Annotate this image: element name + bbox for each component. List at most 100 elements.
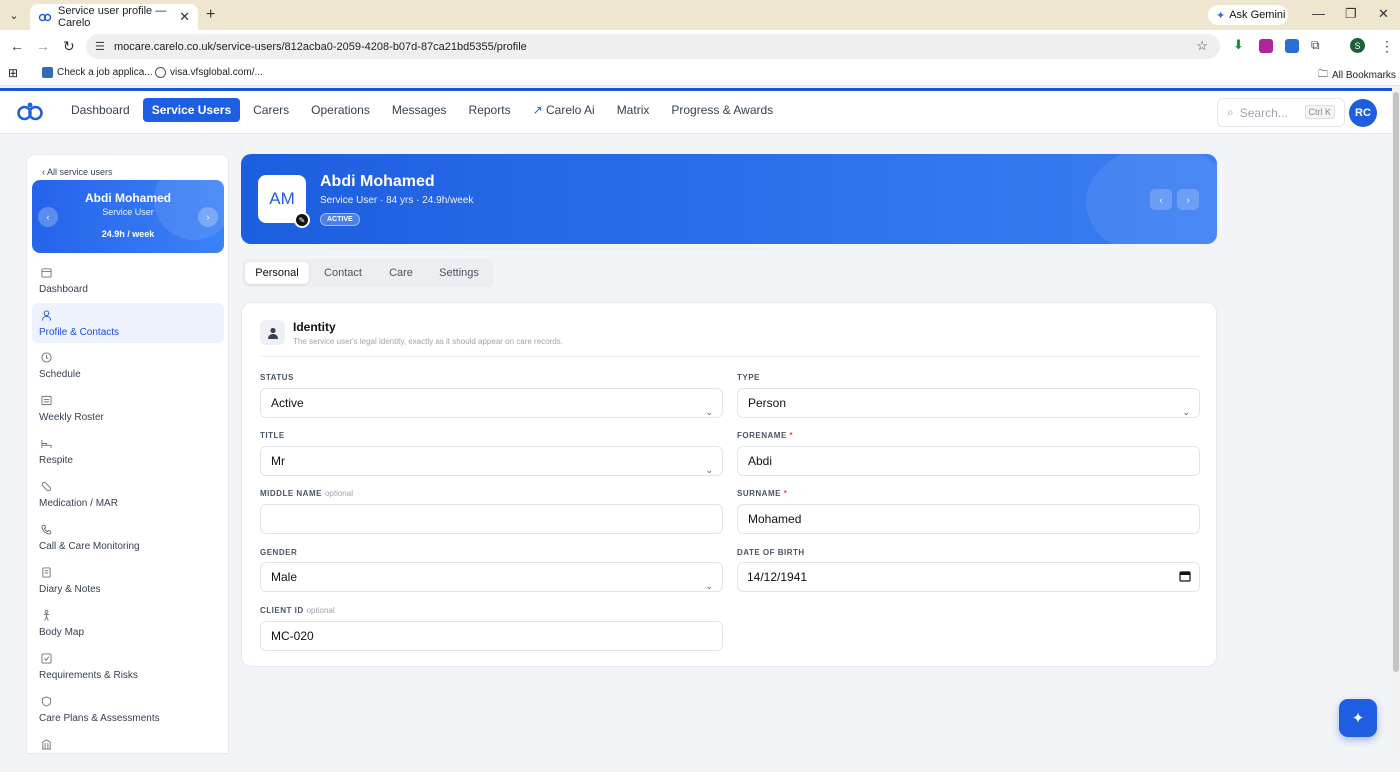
extension-purple-icon[interactable] [1259, 39, 1273, 53]
middle-name-label-text: MIDDLE NAME [260, 489, 322, 498]
nav-messages[interactable]: Messages [383, 98, 456, 122]
nav-carers[interactable]: Carers [244, 98, 298, 122]
all-service-users-link[interactable]: ‹ All service users [42, 167, 113, 177]
building-icon [41, 739, 52, 750]
sidebar-item-dashboard[interactable]: Dashboard [32, 260, 224, 300]
sidebar-item-respite[interactable]: Respite [32, 431, 224, 471]
required-marker: * [789, 431, 794, 440]
calendar-picker-icon[interactable] [1179, 570, 1191, 582]
minimize-icon[interactable]: — [1312, 6, 1325, 21]
gender-select[interactable]: Male ⌄ [260, 562, 723, 592]
nav-carelo-ai[interactable]: ↗ Carelo Ai [524, 98, 604, 122]
bookmark-vfsglobal[interactable]: visa.vfsglobal.com/... [155, 67, 263, 78]
sidebar-item-call-care-monitoring[interactable]: Call & Care Monitoring [32, 517, 224, 557]
tab-contact[interactable]: Contact [314, 262, 372, 284]
chevron-down-icon: ⌄ [705, 465, 713, 475]
sidebar-item-care-plans[interactable]: Care Plans & Assessments [32, 689, 224, 729]
bookmark-label: Check a job applica... [57, 67, 153, 78]
all-bookmarks-button[interactable]: 🗀 All Bookmarks [1318, 67, 1396, 84]
gemini-sparkle-icon: ✦ [1216, 9, 1226, 22]
folder-icon: 🗀 [1318, 69, 1328, 80]
section-divider [260, 356, 1200, 357]
all-bookmarks-label: All Bookmarks [1332, 70, 1396, 81]
dob-date-input[interactable]: 14/12/1941 [737, 562, 1200, 592]
browser-menu-icon[interactable]: ⋮ [1380, 38, 1394, 55]
forename-label: FORENAME * [737, 431, 793, 440]
profile-tabs: Personal Contact Care Settings [242, 259, 494, 287]
sidebar-item-profile-contacts[interactable]: Profile & Contacts [32, 303, 224, 343]
calendar-icon [41, 267, 52, 278]
status-select[interactable]: Active ⌄ [260, 388, 723, 418]
new-tab-icon[interactable]: + [206, 6, 215, 24]
page-scrollbar[interactable] [1392, 88, 1400, 753]
forename-label-text: FORENAME [737, 431, 787, 440]
next-profile-button[interactable]: › [1177, 189, 1199, 210]
profile-avatar[interactable]: S [1350, 38, 1365, 53]
type-select[interactable]: Person ⌄ [737, 388, 1200, 418]
edit-avatar-pencil-icon[interactable]: ✎ [294, 212, 310, 228]
status-badge: ACTIVE [320, 213, 360, 226]
notes-icon [41, 567, 52, 578]
forename-value: Abdi [748, 454, 773, 468]
extension-blue-icon[interactable] [1285, 39, 1299, 53]
window-close-icon[interactable]: ✕ [1378, 6, 1389, 22]
sidebar-item-building[interactable] [32, 732, 224, 772]
nav-operations[interactable]: Operations [302, 98, 379, 122]
sidebar-item-medication[interactable]: Medication / MAR [32, 474, 224, 514]
user-avatar[interactable]: RC [1349, 99, 1377, 127]
sidebar-item-label: Dashboard [39, 284, 88, 295]
bookmark-job-application[interactable]: Check a job applica... [42, 67, 153, 78]
nav-dashboard[interactable]: Dashboard [62, 98, 139, 122]
sidebar-item-schedule[interactable]: Schedule [32, 345, 224, 385]
carelo-favicon-icon [38, 12, 52, 22]
optional-hint: optional [324, 489, 353, 498]
nav-matrix[interactable]: Matrix [608, 98, 659, 122]
download-extension-icon[interactable]: ⬇ [1233, 37, 1247, 52]
status-value: Active [271, 396, 304, 410]
url-omnibox[interactable]: ☰ mocare.carelo.co.uk/service-users/812a… [86, 34, 1220, 59]
client-id-field[interactable]: MC-020 [260, 621, 723, 651]
search-placeholder: Search... [1239, 105, 1288, 120]
maximize-icon[interactable]: ❐ [1345, 6, 1357, 22]
forward-arrow-icon[interactable]: → [36, 38, 50, 54]
apps-grid-icon[interactable]: ⊞ [8, 66, 18, 80]
tab-settings[interactable]: Settings [430, 262, 488, 284]
title-select[interactable]: Mr ⌄ [260, 446, 723, 476]
close-tab-icon[interactable]: ✕ [179, 9, 190, 25]
site-settings-icon[interactable]: ☰ [95, 40, 105, 53]
middle-name-label: MIDDLE NAME optional [260, 489, 353, 498]
sidebar-item-diary-notes[interactable]: Diary & Notes [32, 560, 224, 600]
middle-name-field[interactable] [260, 504, 723, 534]
sidebar-item-label: Profile & Contacts [39, 327, 120, 338]
card-user-role: Service User [102, 207, 154, 217]
prev-profile-button[interactable]: ‹ [1150, 189, 1172, 210]
sidebar-item-label: Body Map [39, 627, 85, 638]
back-arrow-icon[interactable]: ← [10, 38, 24, 54]
forename-field[interactable]: Abdi [737, 446, 1200, 476]
sidebar-item-requirements-risks[interactable]: Requirements & Risks [32, 646, 224, 686]
sidebar-item-weekly-roster[interactable]: Weekly Roster [32, 388, 224, 428]
nav-reports[interactable]: Reports [460, 98, 520, 122]
scrollbar-thumb[interactable] [1393, 92, 1399, 672]
sidebar-item-label: Weekly Roster [39, 412, 104, 423]
ask-gemini-button[interactable]: ✦ Ask Gemini [1208, 5, 1288, 25]
bookmark-star-icon[interactable]: ☆ [1196, 38, 1208, 54]
tab-search-chevron-icon[interactable]: ⌄ [0, 0, 28, 30]
browser-tab[interactable]: Service user profile — Carelo ✕ [30, 4, 198, 30]
sidebar-item-body-map[interactable]: Body Map [32, 603, 224, 643]
sidebar-item-label: Requirements & Risks [39, 670, 138, 681]
surname-label-text: SURNAME [737, 489, 781, 498]
surname-field[interactable]: Mohamed [737, 504, 1200, 534]
search-shortcut-hint: Ctrl K [1304, 105, 1335, 119]
nav-progress-awards[interactable]: Progress & Awards [662, 98, 782, 122]
carelo-logo-icon[interactable] [16, 100, 44, 122]
ai-assistant-sparkle-button[interactable]: ✦ [1339, 699, 1377, 737]
tab-care[interactable]: Care [377, 262, 425, 284]
reload-icon[interactable]: ↻ [63, 38, 75, 55]
nav-service-users[interactable]: Service Users [142, 98, 241, 122]
extensions-puzzle-icon[interactable]: ⧉ [1311, 38, 1325, 52]
global-search-input[interactable]: ⌕ Search... Ctrl K [1217, 98, 1345, 127]
tab-personal[interactable]: Personal [245, 262, 309, 284]
body-icon [41, 610, 52, 621]
type-label: TYPE [737, 373, 760, 382]
